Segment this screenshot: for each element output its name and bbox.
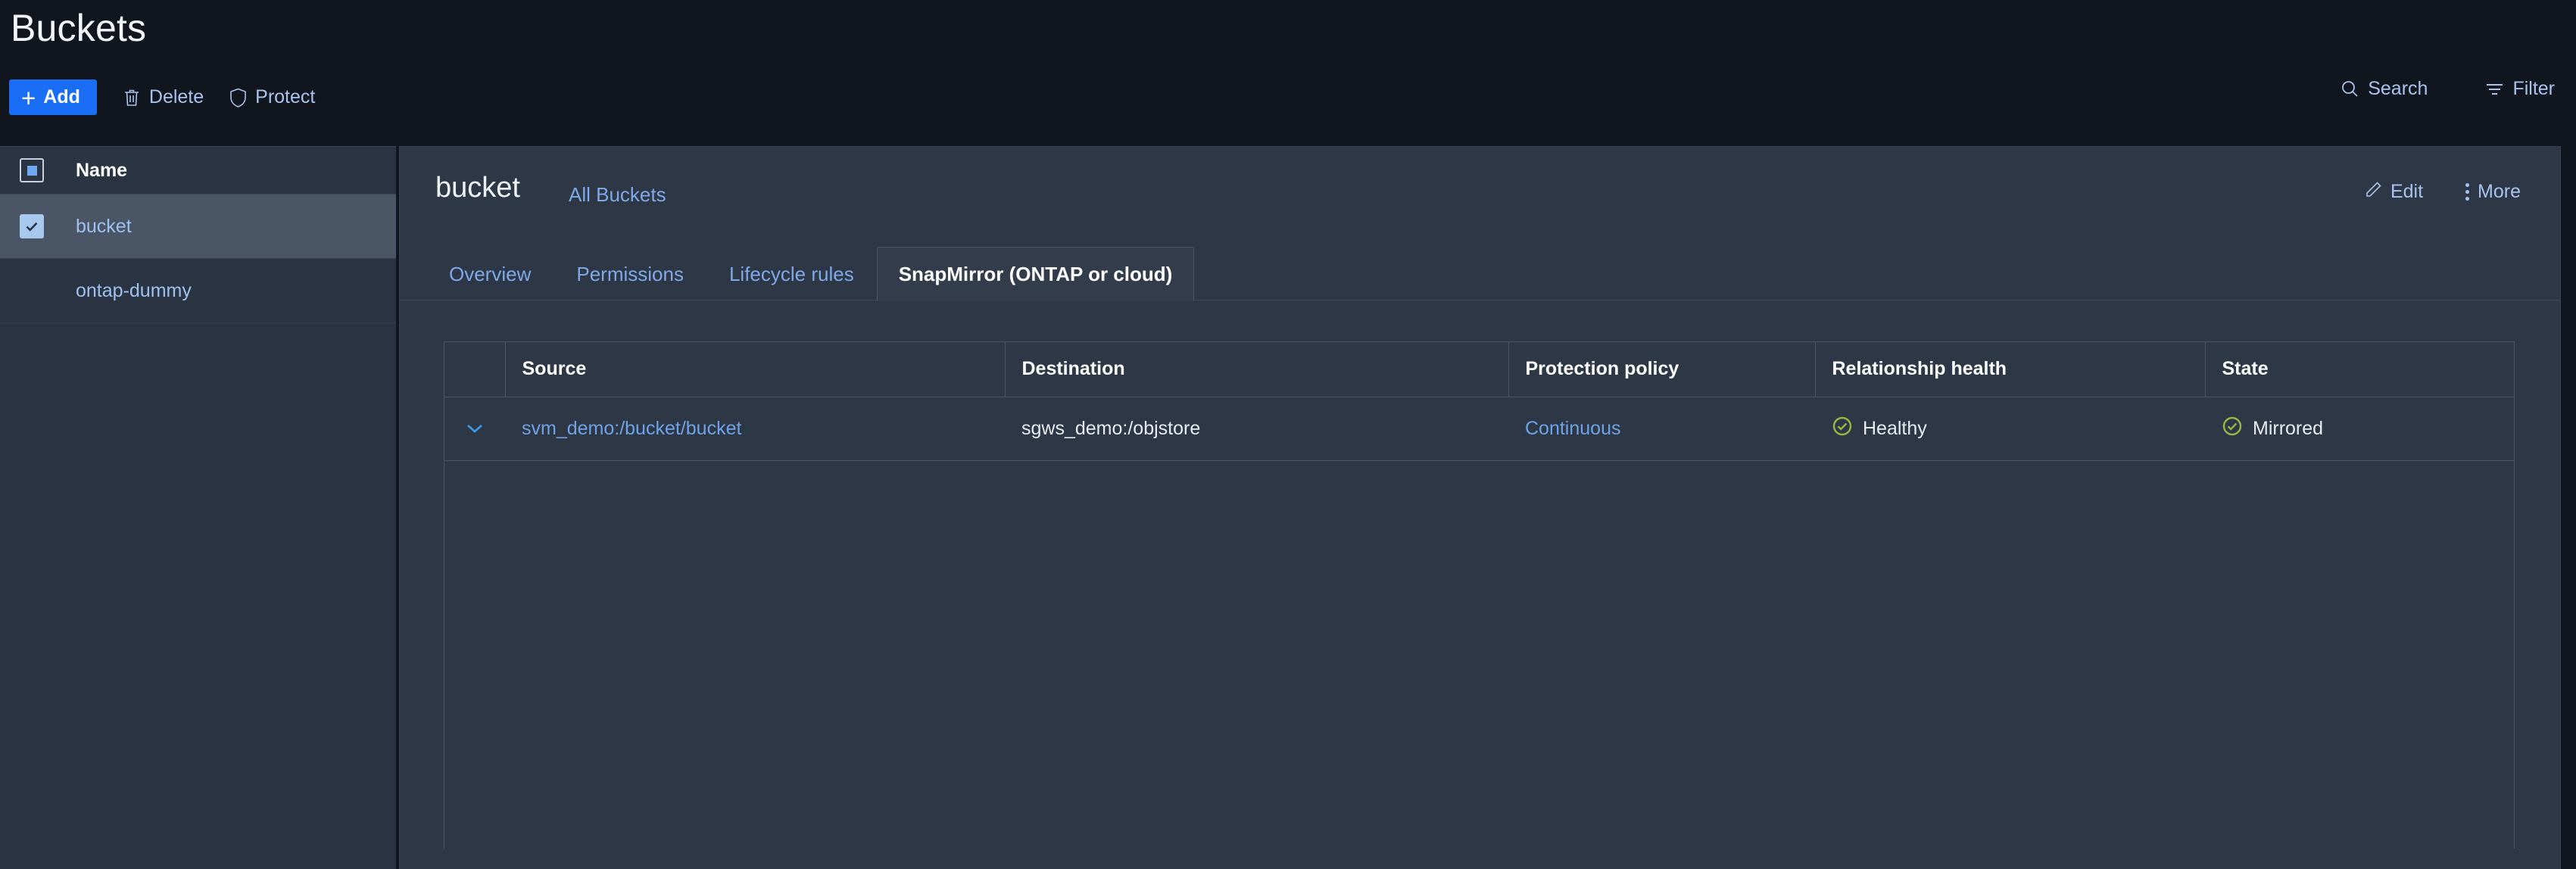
column-header-name: Name [76,159,128,181]
more-vertical-icon [2465,182,2470,201]
detail-tabs: Overview Permissions Lifecycle rules Sna… [400,230,2560,301]
pencil-icon [2365,181,2382,202]
filter-button-label: Filter [2512,78,2555,99]
sidebar-item-label: bucket [76,215,132,237]
column-header-expander [444,342,506,397]
row-checkbox-bucket[interactable] [20,214,44,238]
bucket-name-title: bucket [435,172,520,204]
edit-button[interactable]: Edit [2365,181,2423,202]
source-link[interactable]: svm_demo:/bucket/bucket [522,418,741,439]
check-circle-icon [1832,416,1853,442]
bucket-list-sidebar: Name bucket ontap-dummy [0,146,397,869]
sidebar-item-label: ontap-dummy [76,279,192,301]
row-checkbox-ontap-dummy[interactable] [20,279,44,303]
snapmirror-table-container: Source Destination Protection policy Rel… [444,341,2515,849]
column-header-state: State [2205,342,2514,397]
cell-protection-policy: Continuous [1508,397,1815,461]
search-button[interactable]: Search [2341,79,2428,98]
status-badge-state: Mirrored [2222,416,2514,442]
delete-button-label: Delete [148,86,204,107]
column-header-protection-policy: Protection policy [1508,342,1816,397]
detail-header: bucket All Buckets Edit More [400,147,2560,230]
column-header-relationship-health: Relationship health [1815,342,2206,397]
bucket-detail-panel: bucket All Buckets Edit More Overview Pe… [399,146,2561,869]
add-button[interactable]: + Add [9,79,97,115]
trash-icon [123,88,141,107]
search-icon [2341,79,2359,98]
cell-source: svm_demo:/bucket/bucket [505,397,1005,461]
bucket-list-header: Name [0,147,396,195]
more-button-label: More [2478,180,2521,202]
tab-permissions[interactable]: Permissions [554,264,706,301]
relationship-health-value: Healthy [1863,417,1927,439]
sidebar-item-ontap-dummy[interactable]: ontap-dummy [0,259,396,323]
protect-button-label: Protect [255,86,316,107]
protect-button[interactable]: Protect [229,88,315,107]
select-all-checkbox[interactable] [20,158,44,182]
status-badge-health: Healthy [1832,416,2205,442]
page-title: Buckets [11,7,147,49]
edit-button-label: Edit [2390,180,2424,202]
row-expander-cell [444,397,505,461]
check-circle-icon [2222,416,2243,442]
plus-icon: + [21,83,36,112]
table-header-row: Source Destination Protection policy Rel… [444,342,2514,397]
tab-snapmirror[interactable]: SnapMirror (ONTAP or cloud) [876,247,1195,301]
toolbar-right-group: Search Filter [2341,79,2555,98]
snapmirror-table: Source Destination Protection policy Rel… [444,342,2514,461]
detail-header-actions: Edit More [2365,181,2521,202]
table-row[interactable]: svm_demo:/bucket/bucket sgws_demo:/objst… [444,397,2514,461]
shield-icon [229,88,247,107]
more-button[interactable]: More [2465,182,2521,201]
toolbar: + Add Delete Protect Search Filter [0,79,2576,126]
cell-relationship-health: Healthy [1815,397,2205,461]
toolbar-left-group: + Add Delete Protect [9,79,315,115]
chevron-down-icon[interactable] [465,418,485,440]
sidebar-item-bucket[interactable]: bucket [0,195,396,259]
column-header-destination: Destination [1005,342,1509,397]
add-button-label: Add [43,86,80,107]
protection-policy-link[interactable]: Continuous [1525,418,1620,439]
cell-destination: sgws_demo:/objstore [1005,397,1508,461]
delete-button[interactable]: Delete [123,88,204,107]
filter-button[interactable]: Filter [2485,79,2555,98]
cell-state: Mirrored [2205,397,2514,461]
state-value: Mirrored [2253,417,2324,439]
column-header-source: Source [505,342,1006,397]
search-button-label: Search [2368,78,2428,99]
tab-overview[interactable]: Overview [435,264,554,301]
all-buckets-link[interactable]: All Buckets [569,183,666,207]
tab-lifecycle-rules[interactable]: Lifecycle rules [706,264,877,301]
filter-icon [2485,82,2504,97]
